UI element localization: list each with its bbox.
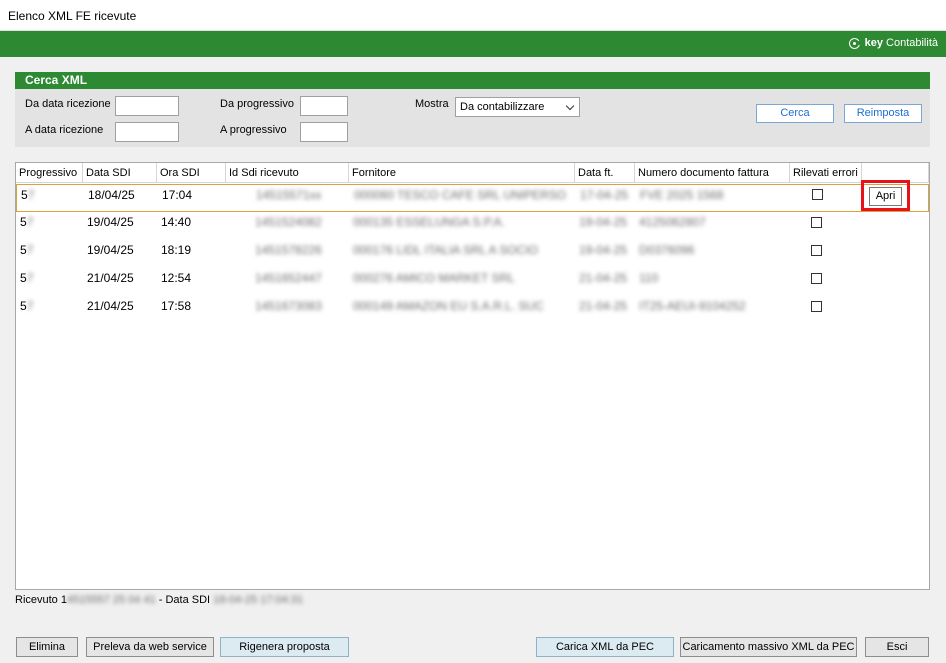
cell-progressivo: 57 bbox=[20, 271, 34, 285]
table-row[interactable]: 57 19/04/25 14:40 1451524082 000135 ESSE… bbox=[16, 212, 929, 240]
title-bar: Elenco XML FE ricevute bbox=[0, 0, 946, 31]
cell-id-sdi: 1451524082 bbox=[255, 215, 322, 229]
cell-ora-sdi: 14:40 bbox=[161, 215, 192, 229]
column-header-progressivo[interactable]: Progressivo bbox=[16, 163, 83, 183]
cell-id-sdi: 1451652447 bbox=[255, 271, 322, 285]
ricevuto-value: 4515557 25 04 41 bbox=[66, 594, 156, 606]
cell-fornitore: 000149 AMAZON EU S.A.R.L. SUC bbox=[353, 299, 544, 313]
to-progressive-label: A progressivo bbox=[220, 124, 287, 136]
column-header-id-sdi[interactable]: Id Sdi ricevuto bbox=[226, 163, 349, 183]
caricamento-massivo-button[interactable]: Caricamento massivo XML da PEC bbox=[680, 637, 857, 657]
table-row[interactable]: 57 18/04/25 17:04 14515571xx 000060 TESC… bbox=[16, 184, 929, 212]
cell-progressivo: 57 bbox=[20, 215, 34, 229]
brand-name: Contabilità bbox=[886, 37, 938, 49]
cell-data-sdi: 19/04/25 bbox=[87, 243, 134, 257]
table-row[interactable]: 57 21/04/25 17:58 1451673083 000149 AMAZ… bbox=[16, 296, 929, 324]
xml-list-grid[interactable]: Progressivo Data SDI Ora SDI Id Sdi rice… bbox=[15, 162, 930, 590]
column-header-ora-sdi[interactable]: Ora SDI bbox=[157, 163, 226, 183]
cell-data-sdi: 21/04/25 bbox=[87, 299, 134, 313]
table-row[interactable]: 57 19/04/25 18:19 1451578226 000176 LIDL… bbox=[16, 240, 929, 268]
cell-data-ft: 21-04-25 bbox=[579, 271, 628, 285]
data-sdi-label: - Data SDI bbox=[155, 594, 211, 606]
cell-ora-sdi: 17:04 bbox=[162, 188, 193, 202]
cell-data-ft: 17-04-25 bbox=[580, 188, 629, 202]
cell-numero-documento: 4125062807 bbox=[639, 215, 706, 229]
brand-logo: key Contabilità bbox=[848, 37, 938, 49]
cell-data-sdi: 19/04/25 bbox=[87, 215, 134, 229]
apri-button[interactable]: Apri bbox=[869, 187, 902, 206]
from-date-label: Da data ricezione bbox=[25, 98, 111, 110]
cell-progressivo: 57 bbox=[21, 188, 35, 202]
from-progressive-label: Da progressivo bbox=[220, 98, 294, 110]
to-date-label: A data ricezione bbox=[25, 124, 104, 136]
cell-fornitore: 000276 AMICO MARKET SRL bbox=[353, 271, 515, 285]
reimposta-button[interactable]: Reimposta bbox=[844, 104, 922, 123]
status-line: Ricevuto 14515557 25 04 41 - Data SDI 18… bbox=[15, 594, 303, 606]
cell-fornitore: 000176 LIDL ITALIA SRL A SOCIO bbox=[353, 243, 538, 257]
cell-numero-documento: D0376096 bbox=[639, 243, 695, 257]
preleva-web-service-button[interactable]: Preleva da web service bbox=[86, 637, 214, 657]
esci-button[interactable]: Esci bbox=[865, 637, 929, 657]
search-panel-header: Cerca XML bbox=[15, 72, 930, 89]
cell-ora-sdi: 18:19 bbox=[161, 243, 192, 257]
to-progressive-input[interactable] bbox=[300, 122, 348, 142]
column-header-data-ft[interactable]: Data ft. bbox=[575, 163, 635, 183]
cell-data-ft: 19-04-25 bbox=[579, 215, 628, 229]
cell-id-sdi: 1451578226 bbox=[255, 243, 322, 257]
cell-fornitore: 000060 TESCO CAFE SRL UNIPERSO bbox=[354, 188, 567, 202]
mostra-select[interactable]: Da contabilizzare bbox=[455, 97, 580, 117]
window-title: Elenco XML FE ricevute bbox=[8, 9, 137, 23]
cell-numero-documento: IT25-AEUI-9104252 bbox=[639, 299, 746, 313]
cell-data-sdi: 18/04/25 bbox=[88, 188, 135, 202]
cell-numero-documento: FVE 2025 1568 bbox=[640, 188, 724, 202]
column-header-numero-documento[interactable]: Numero documento fattura bbox=[635, 163, 790, 183]
carica-xml-pec-button[interactable]: Carica XML da PEC bbox=[536, 637, 674, 657]
rilevati-errori-checkbox[interactable] bbox=[811, 245, 822, 256]
apri-highlight: Apri bbox=[861, 180, 910, 211]
cerca-button[interactable]: Cerca bbox=[756, 104, 834, 123]
cell-id-sdi: 1451673083 bbox=[255, 299, 322, 313]
from-date-input[interactable] bbox=[115, 96, 179, 116]
rilevati-errori-checkbox[interactable] bbox=[811, 217, 822, 228]
data-sdi-value: 18-04-25 17:04:31 bbox=[213, 594, 304, 606]
chevron-down-icon bbox=[565, 101, 575, 111]
from-progressive-input[interactable] bbox=[300, 96, 348, 116]
ricevuto-label: Ricevuto 1 bbox=[15, 594, 67, 606]
cell-ora-sdi: 17:58 bbox=[161, 299, 192, 313]
cell-fornitore: 000135 ESSELUNGA S.P.A. bbox=[353, 215, 505, 229]
rilevati-errori-checkbox[interactable] bbox=[811, 273, 822, 284]
to-date-input[interactable] bbox=[115, 122, 179, 142]
cell-ora-sdi: 12:54 bbox=[161, 271, 192, 285]
rilevati-errori-checkbox[interactable] bbox=[811, 301, 822, 312]
cell-data-ft: 21-04-25 bbox=[579, 299, 628, 313]
column-header-fornitore[interactable]: Fornitore bbox=[349, 163, 575, 183]
column-header-data-sdi[interactable]: Data SDI bbox=[83, 163, 157, 183]
elimina-button[interactable]: Elimina bbox=[16, 637, 78, 657]
brand-key: key bbox=[864, 37, 884, 49]
table-row[interactable]: 57 21/04/25 12:54 1451652447 000276 AMIC… bbox=[16, 268, 929, 296]
cell-progressivo: 57 bbox=[20, 243, 34, 257]
cell-id-sdi: 14515571xx bbox=[256, 188, 322, 202]
cell-data-ft: 19-04-25 bbox=[579, 243, 628, 257]
mostra-label: Mostra bbox=[415, 98, 449, 110]
cell-data-sdi: 21/04/25 bbox=[87, 271, 134, 285]
cell-numero-documento: 110 bbox=[639, 271, 659, 285]
mostra-selected-value: Da contabilizzare bbox=[460, 101, 545, 113]
rilevati-errori-checkbox[interactable] bbox=[812, 189, 823, 200]
column-header-rilevati-errori[interactable]: Rilevati errori bbox=[790, 163, 862, 183]
brand-bar: key Contabilità bbox=[0, 31, 946, 57]
rigenera-proposta-button[interactable]: Rigenera proposta bbox=[220, 637, 349, 657]
keycontabilita-logo-icon bbox=[848, 37, 862, 49]
cell-progressivo: 57 bbox=[20, 299, 34, 313]
